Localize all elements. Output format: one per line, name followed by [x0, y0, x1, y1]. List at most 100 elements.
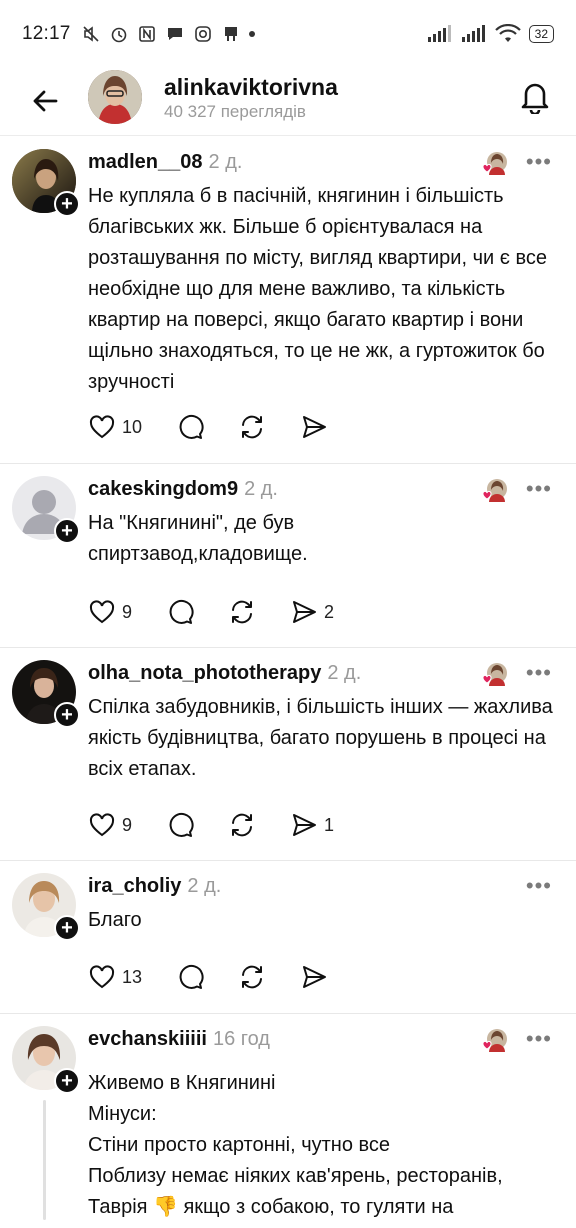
follow-plus-button[interactable]: + — [54, 702, 80, 728]
author-liked-icon — [482, 663, 507, 686]
thread-connector-line — [43, 1100, 46, 1220]
reply-username[interactable]: cakeskingdom9 2 д. — [88, 478, 278, 501]
post-actions: 9 2 — [88, 598, 368, 626]
reply-text: Живемо в Княгинині Мінуси: Стіни просто … — [88, 1068, 558, 1223]
follow-plus-button[interactable]: + — [54, 1068, 80, 1094]
signal-icon-2 — [461, 25, 485, 42]
follow-plus-button[interactable]: + — [54, 915, 80, 941]
post-actions: 10 — [88, 413, 362, 441]
chat-icon — [167, 28, 182, 40]
more-options-icon[interactable]: ••• — [526, 1028, 552, 1050]
share-count: 2 — [324, 601, 335, 622]
wifi-icon — [494, 24, 521, 42]
post-time: 2 д. — [187, 875, 222, 897]
like-button[interactable]: 9 — [88, 598, 132, 626]
reply-post: + madlen__08 2 д. ••• Не купляла б в пасі… — [0, 137, 576, 464]
notification-bell-icon[interactable] — [518, 78, 552, 114]
share-button[interactable]: 1 — [290, 811, 334, 839]
more-options-icon[interactable]: ••• — [526, 662, 552, 684]
more-options-icon[interactable]: ••• — [526, 875, 552, 897]
nfc-icon — [138, 26, 155, 42]
repost-icon — [242, 415, 263, 439]
reply-text-line: Поблизу немає ніяких кав'ярень, ресторан… — [88, 1165, 503, 1187]
battery-indicator: 32 — [528, 25, 554, 43]
author-liked-icon — [482, 479, 507, 502]
repost-button[interactable] — [238, 413, 266, 441]
heart-icon — [89, 813, 115, 837]
like-count: 9 — [122, 814, 133, 835]
signal-icon — [427, 25, 451, 42]
repost-button[interactable] — [238, 963, 266, 991]
reply-post: + olha_nota_phototherapy 2 д. ••• Спілка … — [0, 648, 576, 861]
reply-text: Спілка забудовників, і більшість інших —… — [88, 696, 553, 780]
comment-button[interactable] — [176, 963, 204, 991]
repost-button[interactable] — [228, 598, 256, 626]
reply-text-line: Мінуси: — [88, 1103, 157, 1125]
author-avatar[interactable] — [88, 70, 142, 124]
reply-post: + ira_choliy 2 д. ••• Благо 13 — [0, 861, 576, 1014]
like-count: 10 — [122, 416, 143, 437]
post-time: 2 д. — [208, 151, 243, 173]
system-icons: 32 — [427, 24, 554, 44]
send-icon — [293, 814, 317, 836]
comment-icon — [169, 599, 194, 624]
author-liked-icon — [482, 1029, 507, 1052]
notification-icons — [81, 24, 255, 44]
repost-icon — [242, 965, 263, 989]
back-arrow-icon[interactable] — [28, 84, 62, 118]
repost-button[interactable] — [228, 811, 256, 839]
reply-post: + cakeskingdom9 2 д. ••• На "Княгинині", … — [0, 464, 576, 648]
reply-text: На "Княгинині", де був спиртзавод,кладов… — [88, 512, 308, 565]
like-button[interactable]: 13 — [88, 963, 142, 991]
author-username[interactable]: alinkaviktorivna — [164, 74, 338, 101]
share-button[interactable]: 2 — [290, 598, 334, 626]
reply-text: Благо — [88, 909, 142, 931]
comment-button[interactable] — [166, 811, 194, 839]
reply-text-line: Живемо в Княгинині — [88, 1072, 276, 1094]
follow-plus-button[interactable]: + — [54, 518, 80, 544]
follow-plus-button[interactable]: + — [54, 191, 80, 217]
heart-icon — [89, 415, 115, 439]
comment-icon — [169, 812, 194, 837]
reply-username[interactable]: madlen__08 2 д. — [88, 151, 242, 174]
heart-icon — [89, 600, 115, 624]
comment-button[interactable] — [166, 598, 194, 626]
post-actions: 9 1 — [88, 811, 368, 839]
reply-text-line: Таврія 👎 якщо з собакою, то гуляти на — [88, 1196, 454, 1218]
more-options-icon[interactable]: ••• — [526, 478, 552, 500]
repost-icon — [232, 600, 253, 624]
alarm-icon — [111, 27, 126, 43]
comment-icon — [179, 414, 204, 439]
repost-icon — [232, 813, 253, 837]
post-actions: 13 — [88, 963, 362, 991]
share-button[interactable] — [300, 413, 328, 441]
instagram-icon — [194, 26, 211, 42]
comment-icon — [179, 964, 204, 989]
reply-username[interactable]: olha_nota_phototherapy 2 д. — [88, 662, 361, 685]
reply-text: Не купляла б в пасічній, княгинин і біль… — [88, 185, 548, 393]
reply-username[interactable]: ira_choliy 2 д. — [88, 875, 221, 898]
like-button[interactable]: 9 — [88, 811, 132, 839]
send-icon — [303, 416, 327, 438]
share-button[interactable] — [300, 963, 328, 991]
reply-post: + evchanskiiiii 16 год ••• Живемо в Княги… — [0, 1014, 576, 1228]
more-options-icon[interactable]: ••• — [526, 151, 552, 173]
comment-button[interactable] — [176, 413, 204, 441]
view-count: 40 327 переглядів — [164, 102, 306, 121]
reply-username[interactable]: evchanskiiiii 16 год — [88, 1028, 270, 1051]
post-time: 2 д. — [327, 662, 362, 684]
like-count: 13 — [122, 966, 143, 987]
post-time: 16 год — [212, 1028, 270, 1050]
send-icon — [303, 966, 327, 988]
more-notifications-icon — [248, 31, 255, 37]
like-button[interactable]: 10 — [88, 413, 142, 441]
post-time: 2 д. — [244, 478, 278, 500]
thread-header: alinkaviktorivna 40 327 переглядів — [0, 68, 576, 136]
author-liked-icon — [482, 152, 507, 175]
status-bar: 12:17 32 — [0, 0, 576, 68]
share-count: 1 — [324, 814, 335, 835]
like-count: 9 — [122, 601, 133, 622]
mute-icon — [82, 26, 99, 42]
reply-text-line: Стіни просто картонні, чутно все — [88, 1134, 391, 1156]
heart-icon — [89, 965, 115, 989]
